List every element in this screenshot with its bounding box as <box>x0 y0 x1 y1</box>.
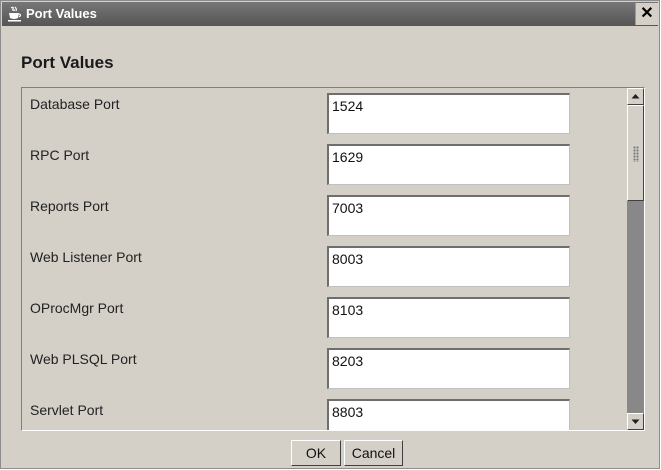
database-port-label: Database Port <box>30 96 120 112</box>
port-row-rpc: RPC Port 1629 <box>22 139 642 190</box>
page-title: Port Values <box>21 53 114 72</box>
reports-port-field[interactable]: 7003 <box>327 195 570 236</box>
web-plsql-port-label: Web PLSQL Port <box>30 351 137 367</box>
window-title: Port Values <box>26 6 97 21</box>
port-row-database: Database Port 1524 <box>22 88 642 139</box>
web-plsql-port-field[interactable]: 8203 <box>327 348 570 389</box>
port-row-web-plsql: Web PLSQL Port 8203 <box>22 343 642 394</box>
servlet-port-field[interactable]: 8803 <box>327 399 570 430</box>
oprocmgr-port-field[interactable]: 8103 <box>327 297 570 338</box>
rpc-port-field[interactable]: 1629 <box>327 144 570 185</box>
port-row-web-listener: Web Listener Port 8003 <box>22 241 642 292</box>
arrow-up-icon <box>631 94 640 99</box>
cancel-button[interactable]: Cancel <box>344 440 403 466</box>
port-row-oprocmgr: OProcMgr Port 8103 <box>22 292 642 343</box>
reports-port-label: Reports Port <box>30 198 109 214</box>
scroll-up-button[interactable] <box>627 88 644 105</box>
scroll-thumb[interactable] <box>627 105 644 201</box>
title-bar[interactable]: Port Values ✕ <box>2 2 658 26</box>
port-row-reports: Reports Port 7003 <box>22 190 642 241</box>
close-icon[interactable]: ✕ <box>635 3 658 25</box>
rpc-port-label: RPC Port <box>30 147 90 163</box>
java-cup-icon <box>8 6 22 22</box>
port-row-servlet: Servlet Port 8803 <box>22 394 642 430</box>
vertical-scrollbar[interactable] <box>627 88 644 430</box>
web-listener-port-field[interactable]: 8003 <box>327 246 570 287</box>
oprocmgr-port-label: OProcMgr Port <box>30 300 124 316</box>
arrow-down-icon <box>631 419 640 424</box>
port-list-panel: Database Port 1524 RPC Port 1629 Reports… <box>21 87 645 431</box>
ok-button[interactable]: OK <box>291 440 341 466</box>
web-listener-port-label: Web Listener Port <box>30 249 142 265</box>
servlet-port-label: Servlet Port <box>30 402 104 418</box>
database-port-field[interactable]: 1524 <box>327 93 570 134</box>
port-values-dialog: Port Values ✕ Port Values Database Port … <box>0 0 660 469</box>
scroll-down-button[interactable] <box>627 413 644 430</box>
grip-icon <box>633 146 639 162</box>
